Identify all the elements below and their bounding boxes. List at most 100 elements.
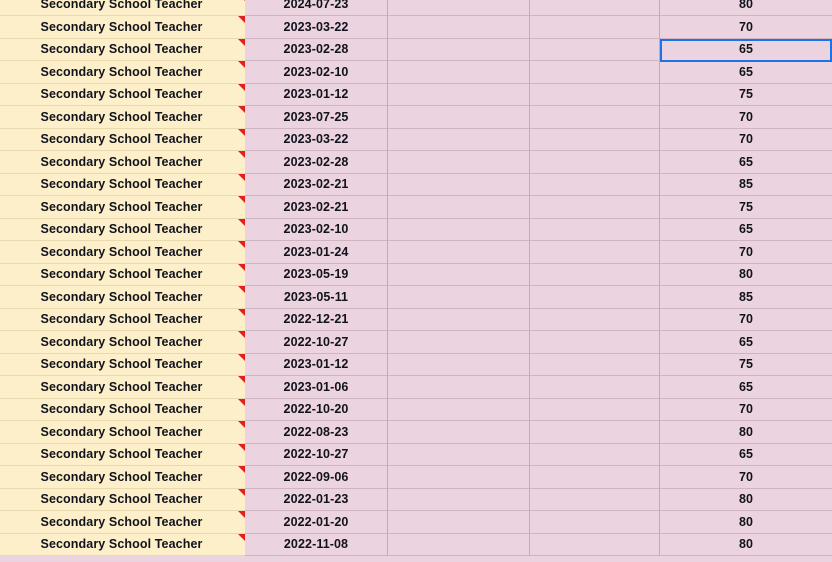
cell-blank-b[interactable]: [530, 511, 660, 534]
table-row[interactable]: Secondary School Teacher 2023-05-19 80: [0, 263, 832, 286]
cell-blank-b[interactable]: [530, 128, 660, 151]
cell-job-title[interactable]: Secondary School Teacher: [0, 466, 245, 489]
table-row[interactable]: Secondary School Teacher 2022-10-27 65: [0, 443, 832, 466]
cell-job-title[interactable]: Secondary School Teacher: [0, 308, 245, 331]
cell-blank-b[interactable]: [530, 353, 660, 376]
cell-blank-b[interactable]: [530, 38, 660, 61]
cell-date[interactable]: 2023-05-11: [245, 286, 388, 309]
cell-date[interactable]: 2022-08-23: [245, 421, 388, 444]
cell-score[interactable]: 65: [660, 218, 832, 241]
cell-job-title[interactable]: Secondary School Teacher: [0, 16, 245, 39]
table-row[interactable]: Secondary School Teacher 2023-01-06 65: [0, 376, 832, 399]
cell-blank-a[interactable]: [388, 421, 530, 444]
cell-job-title[interactable]: Secondary School Teacher: [0, 398, 245, 421]
cell-date[interactable]: 2022-09-06: [245, 466, 388, 489]
cell-score[interactable]: 80: [660, 0, 832, 16]
cell-blank-b[interactable]: [530, 398, 660, 421]
table-row[interactable]: Secondary School Teacher 2023-02-28 65: [0, 151, 832, 174]
cell-date[interactable]: 2023-02-10: [245, 61, 388, 84]
cell-blank-b[interactable]: [530, 533, 660, 556]
cell-score[interactable]: 65: [660, 38, 832, 61]
cell-blank-b[interactable]: [530, 286, 660, 309]
cell-job-title[interactable]: Secondary School Teacher: [0, 241, 245, 264]
cell-blank-a[interactable]: [388, 263, 530, 286]
cell-job-title[interactable]: Secondary School Teacher: [0, 286, 245, 309]
cell-blank-b[interactable]: [530, 16, 660, 39]
cell-blank-a[interactable]: [388, 0, 530, 16]
cell-blank-b[interactable]: [530, 0, 660, 16]
table-row[interactable]: Secondary School Teacher 2022-10-20 70: [0, 398, 832, 421]
table-row[interactable]: Secondary School Teacher 2023-02-21 85: [0, 173, 832, 196]
cell-score[interactable]: 85: [660, 286, 832, 309]
cell-job-title[interactable]: Secondary School Teacher: [0, 331, 245, 354]
table-row[interactable]: Secondary School Teacher 2023-07-25 70: [0, 106, 832, 129]
table-row[interactable]: Secondary School Teacher 2022-09-06 70: [0, 466, 832, 489]
cell-blank-b[interactable]: [530, 263, 660, 286]
cell-blank-a[interactable]: [388, 61, 530, 84]
spreadsheet-grid[interactable]: Secondary School Teacher 2024-07-23 80 Seco…: [0, 0, 832, 562]
cell-job-title[interactable]: Secondary School Teacher: [0, 83, 245, 106]
table-row[interactable]: Secondary School Teacher 2023-02-28 65: [0, 38, 832, 61]
cell-blank-b[interactable]: [530, 151, 660, 174]
cell-blank-a[interactable]: [388, 488, 530, 511]
table-row[interactable]: Secondary School Teacher 2022-01-23 80: [0, 488, 832, 511]
cell-date[interactable]: 2022-01-23: [245, 488, 388, 511]
cell-date[interactable]: 2023-07-25: [245, 106, 388, 129]
cell-date[interactable]: 2022-11-08: [245, 533, 388, 556]
cell-job-title[interactable]: Secondary School Teacher: [0, 151, 245, 174]
cell-score[interactable]: 75: [660, 196, 832, 219]
cell-blank-a[interactable]: [388, 286, 530, 309]
cell-score[interactable]: 65: [660, 376, 832, 399]
cell-date[interactable]: 2023-01-06: [245, 376, 388, 399]
cell-blank-b[interactable]: [530, 83, 660, 106]
table-row[interactable]: Secondary School Teacher 2022-10-27 65: [0, 331, 832, 354]
cell-job-title[interactable]: Secondary School Teacher: [0, 218, 245, 241]
cell-job-title[interactable]: Secondary School Teacher: [0, 376, 245, 399]
cell-blank-a[interactable]: [388, 353, 530, 376]
cell-blank-a[interactable]: [388, 38, 530, 61]
cell-score[interactable]: 70: [660, 16, 832, 39]
cell-score[interactable]: 75: [660, 353, 832, 376]
cell-score[interactable]: 80: [660, 488, 832, 511]
cell-blank-b[interactable]: [530, 331, 660, 354]
table-row[interactable]: Secondary School Teacher 2022-08-23 80: [0, 421, 832, 444]
cell-date[interactable]: 2023-02-28: [245, 151, 388, 174]
cell-blank-a[interactable]: [388, 173, 530, 196]
cell-job-title[interactable]: Secondary School Teacher: [0, 0, 245, 16]
cell-blank-a[interactable]: [388, 218, 530, 241]
cell-blank-a[interactable]: [388, 83, 530, 106]
cell-blank-b[interactable]: [530, 421, 660, 444]
cell-job-title[interactable]: Secondary School Teacher: [0, 263, 245, 286]
table-row[interactable]: Secondary School Teacher 2023-03-22 70: [0, 128, 832, 151]
table-row[interactable]: Secondary School Teacher 2023-02-10 65: [0, 218, 832, 241]
cell-job-title[interactable]: Secondary School Teacher: [0, 511, 245, 534]
cell-date[interactable]: 2023-03-22: [245, 16, 388, 39]
cell-job-title[interactable]: Secondary School Teacher: [0, 61, 245, 84]
cell-date[interactable]: 2023-02-21: [245, 196, 388, 219]
cell-score[interactable]: 80: [660, 511, 832, 534]
table-row[interactable]: Secondary School Teacher 2023-05-11 85: [0, 286, 832, 309]
cell-job-title[interactable]: Secondary School Teacher: [0, 173, 245, 196]
table-row[interactable]: Secondary School Teacher 2022-01-20 80: [0, 511, 832, 534]
cell-job-title[interactable]: Secondary School Teacher: [0, 38, 245, 61]
cell-score[interactable]: 80: [660, 533, 832, 556]
cell-blank-b[interactable]: [530, 173, 660, 196]
cell-job-title[interactable]: Secondary School Teacher: [0, 533, 245, 556]
table-row[interactable]: Secondary School Teacher 2023-01-24 70: [0, 241, 832, 264]
table-row[interactable]: Secondary School Teacher 2023-02-10 65: [0, 61, 832, 84]
cell-score[interactable]: 70: [660, 128, 832, 151]
cell-date[interactable]: 2023-05-19: [245, 263, 388, 286]
cell-blank-b[interactable]: [530, 466, 660, 489]
cell-job-title[interactable]: Secondary School Teacher: [0, 443, 245, 466]
cell-score[interactable]: 75: [660, 83, 832, 106]
cell-blank-b[interactable]: [530, 308, 660, 331]
cell-date[interactable]: 2023-02-28: [245, 38, 388, 61]
cell-blank-a[interactable]: [388, 308, 530, 331]
cell-blank-b[interactable]: [530, 443, 660, 466]
cell-blank-a[interactable]: [388, 511, 530, 534]
cell-job-title[interactable]: Secondary School Teacher: [0, 196, 245, 219]
cell-date[interactable]: 2023-02-10: [245, 218, 388, 241]
cell-blank-a[interactable]: [388, 151, 530, 174]
cell-blank-a[interactable]: [388, 398, 530, 421]
cell-score[interactable]: 80: [660, 263, 832, 286]
